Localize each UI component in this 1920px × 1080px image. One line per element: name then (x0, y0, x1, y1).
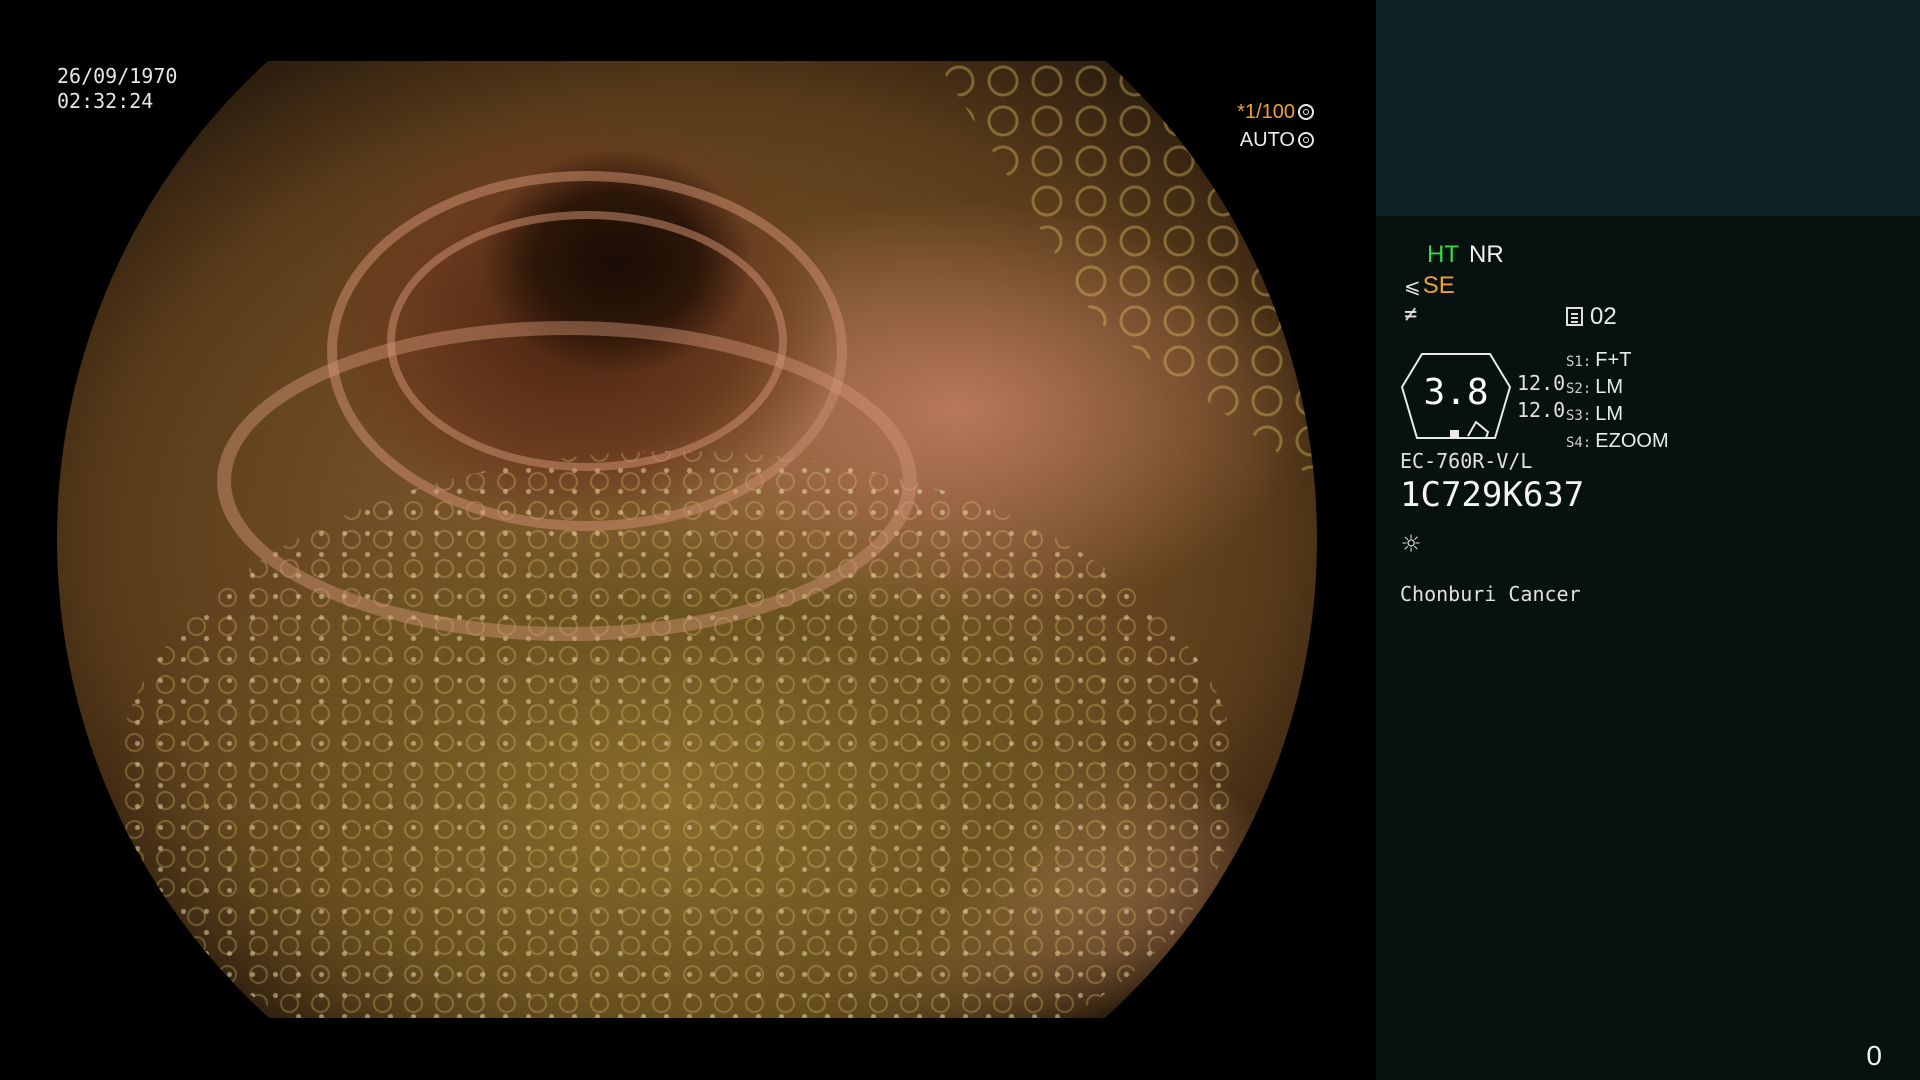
level-value-1: 12.0 (1517, 371, 1566, 395)
se-status: ⩽SE (1404, 272, 1455, 300)
time-text: 02:32:24 (57, 89, 154, 113)
switch-value: LM (1595, 403, 1624, 425)
not-equal-icon: ≠ (1404, 302, 1418, 327)
zoom-value: 3.8 (1423, 372, 1489, 413)
auto-iris-icon (1298, 132, 1314, 148)
nr-label: NR (1469, 241, 1504, 268)
institution-name: Chonburi Cancer (1400, 582, 1581, 606)
switch-row: S1: F+T (1566, 348, 1669, 375)
shutter-mode: AUTO (1239, 129, 1295, 151)
shutter-value: *1/100 (1237, 101, 1295, 123)
shutter-readout: *1/100 AUTO (1237, 98, 1314, 154)
switch-key: S3: (1566, 408, 1592, 424)
sun-icon: ☼ (1402, 527, 1421, 562)
preset-indicator: 02 (1566, 303, 1617, 331)
info-panel-header (1376, 0, 1920, 216)
level-values: 12.0 12.0 (1517, 370, 1565, 424)
switch-assignments: S1: F+T S2: LM S3: LM S4: EZOOM (1566, 348, 1669, 456)
memory-card-icon (1566, 307, 1583, 326)
switch-value: EZOOM (1595, 430, 1669, 452)
ht-label: HT (1427, 241, 1459, 268)
endoscopic-view (57, 61, 1317, 1018)
switch-row: S4: EZOOM (1566, 429, 1669, 456)
serial-number: 1C729K637 (1400, 475, 1585, 515)
switch-key: S4: (1566, 435, 1592, 451)
date-text: 26/09/1970 (57, 64, 178, 88)
se-label: SE (1422, 272, 1455, 299)
endoscope-image-area (0, 0, 1376, 1080)
switch-key: S2: (1566, 381, 1592, 397)
aperture-icon (1298, 104, 1314, 120)
preset-number: 02 (1590, 303, 1617, 330)
mucosal-fold (217, 321, 917, 641)
scope-model: EC-760R-V/L (1400, 449, 1533, 473)
scope-angle-icon: ⩽ (1404, 276, 1421, 298)
level-value-2: 12.0 (1517, 398, 1566, 422)
ht-nr-status: HT NR (1427, 241, 1504, 269)
info-panel (1376, 216, 1920, 1080)
switch-key: S1: (1566, 354, 1592, 370)
switch-value: F+T (1595, 349, 1632, 371)
switch-value: LM (1595, 376, 1624, 398)
frame-counter: 0 (1866, 1040, 1882, 1071)
switch-row: S3: LM (1566, 402, 1669, 429)
switch-row: S2: LM (1566, 375, 1669, 402)
date-time-display: 26/09/1970 02:32:24 (57, 64, 177, 114)
